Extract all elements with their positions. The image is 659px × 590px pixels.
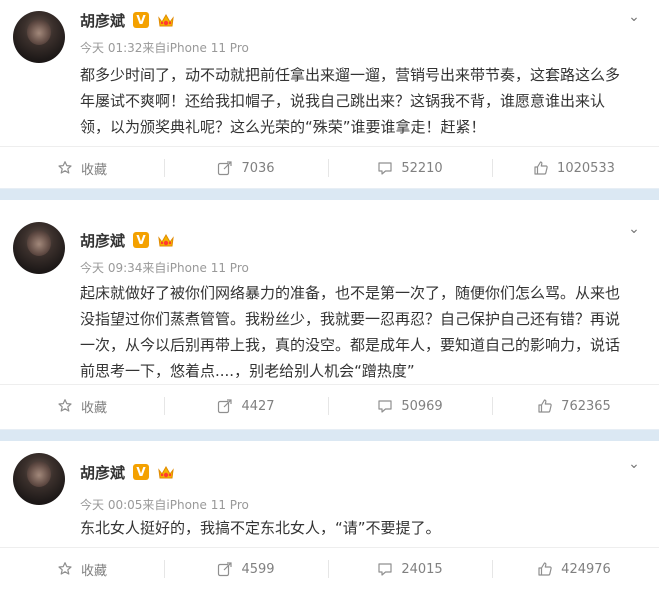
thumbs-up-icon <box>533 160 549 176</box>
post-author-name[interactable]: 胡彦斌 <box>80 230 125 251</box>
post-text: 都多少时间了，动不动就把前任拿出来遛一遛，营销号出来带节奏，这套路这么多年屡试不… <box>80 66 621 136</box>
like-button[interactable]: 1020533 <box>492 147 656 189</box>
avatar[interactable] <box>13 222 65 274</box>
comment-count: 24015 <box>401 561 443 577</box>
comment-button[interactable]: 52210 <box>328 147 492 189</box>
like-count: 762365 <box>561 398 611 414</box>
post-author-name[interactable]: 胡彦斌 <box>80 10 125 31</box>
verified-v-badge[interactable]: V <box>133 464 149 480</box>
collect-label: 收藏 <box>80 400 107 416</box>
member-crown-icon[interactable] <box>156 10 176 30</box>
post-action-bar: 收藏 4427 50969 762365 <box>0 384 659 427</box>
star-outline-icon <box>57 561 73 577</box>
chevron-down-icon[interactable]: ⌄ <box>624 8 644 26</box>
comment-bubble-icon <box>377 561 393 577</box>
post-separator <box>0 188 659 200</box>
post-timestamp-source[interactable]: 今天 09:34来自iPhone 11 Pro <box>80 259 249 276</box>
member-crown-icon[interactable] <box>156 462 176 482</box>
avatar[interactable] <box>13 453 65 505</box>
post-separator <box>0 429 659 441</box>
repost-count: 7036 <box>241 160 275 176</box>
repost-count: 4427 <box>241 398 275 414</box>
thumbs-up-icon <box>537 561 553 577</box>
repost-count: 4599 <box>241 561 275 577</box>
collect-button[interactable]: 收藏 <box>0 147 164 189</box>
member-crown-icon[interactable] <box>156 230 176 250</box>
post-action-bar: 收藏 7036 52210 1020533 <box>0 146 659 189</box>
collect-label: 收藏 <box>80 563 107 579</box>
collect-button[interactable]: 收藏 <box>0 385 164 427</box>
collect-label: 收藏 <box>80 162 107 178</box>
comment-count: 50969 <box>401 398 443 414</box>
post-text: 东北女人挺好的，我搞不定东北女人，“请”不要提了。 <box>80 519 441 537</box>
post-card-3: 胡彦斌 V ⌄ 今天 00:05来自iPhone 11 Pro 东北女人挺好的，… <box>0 441 659 587</box>
chevron-down-icon[interactable]: ⌄ <box>624 455 644 473</box>
share-arrow-icon <box>217 398 233 414</box>
weibo-feed: 胡彦斌 V ⌄ 今天 01:32来自iPhone 11 Pro 都多少时间了，动… <box>0 0 659 587</box>
comment-count: 52210 <box>401 160 443 176</box>
post-timestamp-source[interactable]: 今天 01:32来自iPhone 11 Pro <box>80 39 249 56</box>
star-outline-icon <box>57 398 73 414</box>
post-text: 起床就做好了被你们网络暴力的准备，也不是第一次了，随便你们怎么骂。从来也没指望过… <box>80 284 621 380</box>
verified-v-badge[interactable]: V <box>133 12 149 28</box>
comment-button[interactable]: 24015 <box>328 548 492 590</box>
like-count: 1020533 <box>557 160 615 176</box>
thumbs-up-icon <box>537 398 553 414</box>
comment-bubble-icon <box>377 160 393 176</box>
repost-button[interactable]: 4427 <box>164 385 328 427</box>
repost-button[interactable]: 4599 <box>164 548 328 590</box>
repost-button[interactable]: 7036 <box>164 147 328 189</box>
share-arrow-icon <box>217 561 233 577</box>
collect-button[interactable]: 收藏 <box>0 548 164 590</box>
post-card-1: 胡彦斌 V ⌄ 今天 01:32来自iPhone 11 Pro 都多少时间了，动… <box>0 0 659 186</box>
like-button[interactable]: 424976 <box>492 548 656 590</box>
post-action-bar: 收藏 4599 24015 424976 <box>0 547 659 590</box>
verified-v-badge[interactable]: V <box>133 232 149 248</box>
post-card-2: 胡彦斌 V ⌄ 今天 09:34来自iPhone 11 Pro 起床就做好了被你… <box>0 210 659 426</box>
comment-bubble-icon <box>377 398 393 414</box>
share-arrow-icon <box>217 160 233 176</box>
chevron-down-icon[interactable]: ⌄ <box>624 220 644 238</box>
post-timestamp-source[interactable]: 今天 00:05来自iPhone 11 Pro <box>80 496 249 513</box>
avatar[interactable] <box>13 11 65 63</box>
like-button[interactable]: 762365 <box>492 385 656 427</box>
post-author-name[interactable]: 胡彦斌 <box>80 462 125 483</box>
star-outline-icon <box>57 160 73 176</box>
comment-button[interactable]: 50969 <box>328 385 492 427</box>
like-count: 424976 <box>561 561 611 577</box>
